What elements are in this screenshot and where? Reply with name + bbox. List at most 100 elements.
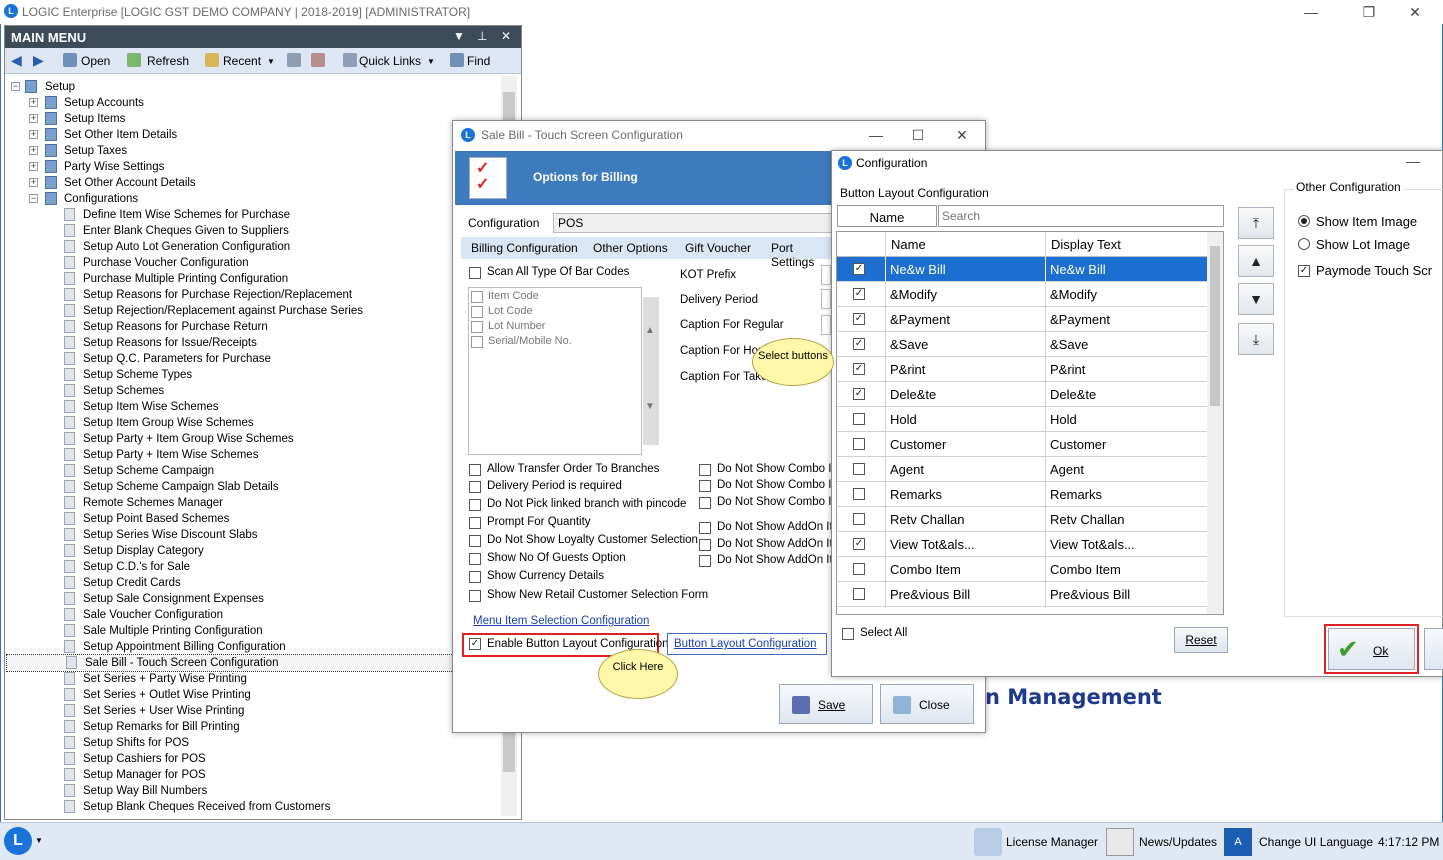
tree-leaf[interactable]: Setup Sale Consignment Expenses bbox=[5, 591, 495, 607]
find-button[interactable]: Find bbox=[467, 54, 490, 68]
tree-leaf[interactable]: Define Item Wise Schemes for Purchase bbox=[5, 207, 495, 223]
row-checkbox[interactable]: ✓ bbox=[853, 388, 865, 400]
expand-icon[interactable]: + bbox=[29, 98, 38, 107]
tree-leaf[interactable]: Setup Shifts for POS bbox=[5, 735, 495, 751]
grid-row[interactable]: Pre&vious Bill Pre&vious Bill bbox=[837, 582, 1207, 607]
tree-node[interactable]: + Setup Taxes bbox=[5, 143, 495, 159]
col-name-header[interactable]: Name bbox=[891, 237, 926, 252]
tree-leaf[interactable]: Sale Bill - Touch Screen Configuration bbox=[6, 654, 496, 672]
tree-node[interactable]: + Set Other Account Details bbox=[5, 175, 495, 191]
configuration-field[interactable]: POS bbox=[553, 213, 833, 233]
start-logo-icon[interactable]: L bbox=[4, 827, 32, 855]
enable-button-layout-checkbox[interactable]: ✓ bbox=[469, 638, 481, 650]
row-checkbox[interactable]: ✓ bbox=[853, 538, 865, 550]
scroll-up-icon[interactable]: ▲ bbox=[645, 325, 655, 336]
reset-button[interactable]: Reset bbox=[1174, 627, 1228, 653]
tree-leaf[interactable]: Setup Series Wise Discount Slabs bbox=[5, 527, 495, 543]
option-checkbox[interactable] bbox=[699, 464, 711, 476]
tab-billing-configuration[interactable]: Billing Configuration bbox=[471, 241, 578, 255]
dropdown-icon[interactable]: ▼ bbox=[453, 29, 465, 43]
kot-prefix-field[interactable] bbox=[821, 265, 831, 285]
row-checkbox[interactable]: ✓ bbox=[853, 338, 865, 350]
tree-leaf[interactable]: Setup Remarks for Bill Printing bbox=[5, 719, 495, 735]
grid-row[interactable]: ✓ &Payment &Payment bbox=[837, 307, 1207, 332]
save-button[interactable]: Save bbox=[779, 684, 873, 724]
start-dropdown-icon[interactable]: ▼ bbox=[35, 836, 43, 845]
tree-leaf[interactable]: Sale Multiple Printing Configuration bbox=[5, 623, 495, 639]
pin-icon[interactable]: ⊥ bbox=[477, 29, 487, 43]
tree-leaf[interactable]: Setup Scheme Campaign Slab Details bbox=[5, 479, 495, 495]
expand-icon[interactable]: + bbox=[29, 162, 38, 171]
tree-leaf[interactable]: Setup Reasons for Purchase Return bbox=[5, 319, 495, 335]
row-checkbox[interactable] bbox=[853, 438, 865, 450]
tab-gift-voucher[interactable]: Gift Voucher bbox=[685, 241, 751, 255]
scan-all-checkbox[interactable] bbox=[469, 267, 481, 279]
cancel-button-partial[interactable] bbox=[1424, 628, 1443, 670]
tree-leaf[interactable]: Purchase Voucher Configuration bbox=[5, 255, 495, 271]
close-panel-icon[interactable]: ✕ bbox=[501, 29, 511, 43]
collapse-icon[interactable]: − bbox=[11, 82, 20, 91]
barcode-option-checkbox[interactable] bbox=[471, 336, 483, 348]
option-checkbox[interactable] bbox=[469, 517, 481, 529]
row-checkbox[interactable]: ✓ bbox=[853, 288, 865, 300]
tree-node[interactable]: + Party Wise Settings bbox=[5, 159, 495, 175]
add-link-icon[interactable] bbox=[287, 53, 301, 67]
tree-leaf[interactable]: Setup Appointment Billing Configuration bbox=[5, 639, 495, 655]
row-checkbox[interactable] bbox=[853, 413, 865, 425]
row-checkbox[interactable]: ✓ bbox=[853, 263, 865, 275]
grid-row[interactable]: Remarks Remarks bbox=[837, 482, 1207, 507]
caption-regular-field[interactable] bbox=[821, 315, 831, 335]
row-checkbox[interactable] bbox=[853, 488, 865, 500]
option-checkbox[interactable] bbox=[469, 571, 481, 583]
remove-link-icon[interactable] bbox=[311, 53, 325, 67]
delivery-period-field[interactable] bbox=[821, 289, 831, 309]
option-checkbox[interactable] bbox=[469, 481, 481, 493]
option-checkbox[interactable] bbox=[469, 590, 481, 602]
expand-icon[interactable]: + bbox=[29, 114, 38, 123]
select-all-checkbox[interactable] bbox=[842, 628, 854, 640]
config-minimize-icon[interactable]: — bbox=[1398, 151, 1428, 171]
tree-leaf[interactable]: Setup Reasons for Issue/Receipts bbox=[5, 335, 495, 351]
tab-other-options[interactable]: Other Options bbox=[593, 241, 668, 255]
paymode-touch-checkbox[interactable]: ✓ bbox=[1298, 265, 1310, 277]
tree-leaf[interactable]: Setup Credit Cards bbox=[5, 575, 495, 591]
tree-leaf[interactable]: Set Series + Party Wise Printing bbox=[5, 671, 495, 687]
recent-button[interactable]: Recent bbox=[223, 54, 261, 68]
tree-node-setup[interactable]: − Setup bbox=[5, 79, 495, 95]
sale-bill-minimize-icon[interactable]: — bbox=[861, 125, 891, 145]
row-checkbox[interactable] bbox=[853, 563, 865, 575]
restore-icon[interactable]: ❐ bbox=[1354, 2, 1384, 22]
tree-leaf[interactable]: Setup Cashiers for POS bbox=[5, 751, 495, 767]
open-button[interactable]: Open bbox=[81, 54, 110, 68]
option-checkbox[interactable] bbox=[469, 499, 481, 511]
move-down-icon[interactable]: ▼ bbox=[1238, 283, 1274, 315]
row-checkbox[interactable] bbox=[853, 513, 865, 525]
tree-leaf[interactable]: Remote Schemes Manager bbox=[5, 495, 495, 511]
grid-row[interactable]: Customer Customer bbox=[837, 432, 1207, 457]
expand-icon[interactable]: + bbox=[29, 178, 38, 187]
scroll-down-icon[interactable]: ▼ bbox=[645, 401, 655, 412]
grid-row[interactable]: ✓ Ne&w Bill Ne&w Bill bbox=[837, 257, 1207, 282]
grid-row[interactable]: Hold Hold bbox=[837, 407, 1207, 432]
expand-icon[interactable]: + bbox=[29, 146, 38, 155]
row-checkbox[interactable]: ✓ bbox=[853, 363, 865, 375]
grid-row[interactable]: ✓ P&rint P&rint bbox=[837, 357, 1207, 382]
grid-row[interactable]: Combo Item Combo Item bbox=[837, 557, 1207, 582]
sale-bill-maximize-icon[interactable]: ☐ bbox=[903, 125, 933, 145]
move-up-icon[interactable]: ▲ bbox=[1238, 245, 1274, 277]
barcode-list-scrollbar[interactable] bbox=[643, 297, 659, 445]
tree-node-configurations[interactable]: − Configurations bbox=[5, 191, 495, 207]
tree-leaf[interactable]: Setup Blank Cheques Received from Custom… bbox=[5, 799, 495, 815]
ok-button[interactable]: ✔ Ok bbox=[1328, 628, 1415, 670]
tree-leaf[interactable]: Purchase Multiple Printing Configuration bbox=[5, 271, 495, 287]
button-layout-config-link[interactable]: Button Layout Configuration bbox=[674, 638, 817, 650]
change-ui-language-button[interactable]: Change UI Language bbox=[1259, 835, 1373, 849]
quick-links-button[interactable]: Quick Links bbox=[359, 54, 421, 68]
tree-leaf[interactable]: Set Series + Outlet Wise Printing bbox=[5, 687, 495, 703]
option-checkbox[interactable] bbox=[699, 522, 711, 534]
grid-row[interactable]: Agent Agent bbox=[837, 457, 1207, 482]
tree-leaf[interactable]: Set Series + User Wise Printing bbox=[5, 703, 495, 719]
tree-leaf[interactable]: Sale Voucher Configuration bbox=[5, 607, 495, 623]
news-updates-button[interactable]: News/Updates bbox=[1139, 835, 1217, 849]
minimize-icon[interactable]: — bbox=[1296, 2, 1326, 22]
